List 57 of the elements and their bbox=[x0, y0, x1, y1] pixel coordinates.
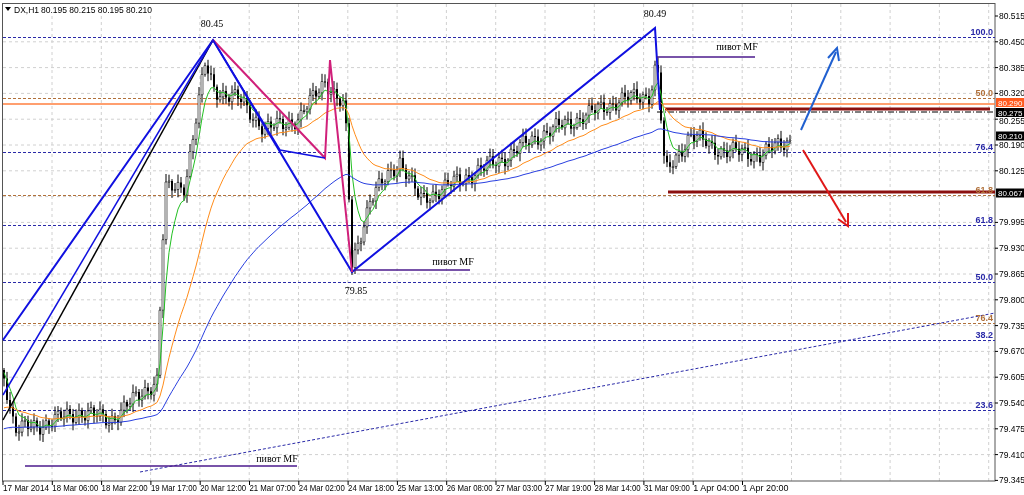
price-axis-label: 79.410 bbox=[999, 449, 1024, 460]
price-axis-label: 79.995 bbox=[999, 217, 1024, 228]
time-axis-label: 24 Mar 18:00 bbox=[348, 483, 399, 493]
price-axis-label: 80.125 bbox=[999, 165, 1024, 176]
fibonacci-level-label: 23.6 bbox=[975, 400, 993, 410]
price-axis-label: 80.320 bbox=[999, 88, 1024, 99]
time-axis-label: 18 Mar 22:00 bbox=[101, 483, 152, 493]
fibonacci-level-label: 38.2 bbox=[975, 330, 993, 340]
fibonacci-level-label: 76.4 bbox=[975, 142, 993, 152]
time-axis-label: 19 Mar 17:00 bbox=[150, 483, 201, 493]
price-label: 80.45 bbox=[200, 18, 224, 29]
price-axis-label: 79.605 bbox=[999, 372, 1024, 383]
time-axis-label: 31 Mar 09:00 bbox=[643, 483, 694, 493]
down-arrow-icon bbox=[802, 149, 849, 228]
price-axis-label: 79.475 bbox=[999, 423, 1024, 434]
price-label: 79.85 bbox=[344, 285, 368, 296]
price-tag: 80.275 bbox=[996, 108, 1024, 118]
time-axis-label: 27 Mar 19:00 bbox=[545, 483, 596, 493]
triangle-icon bbox=[5, 7, 11, 11]
pivot-label: пивот MF bbox=[716, 41, 758, 52]
time-axis-label: 24 Mar 02:00 bbox=[298, 483, 349, 493]
price-tag: 80.067 bbox=[996, 188, 1024, 198]
pivot-label: пивот MF bbox=[432, 256, 474, 267]
price-axis-label: 80.450 bbox=[999, 36, 1024, 47]
fibonacci-level-label: 100.0 bbox=[970, 27, 993, 37]
fibonacci-level-label: 50.0 bbox=[975, 272, 993, 282]
price-axis-label: 80.255 bbox=[999, 116, 1024, 127]
up-arrow-icon bbox=[800, 45, 840, 131]
price-axis-label: 80.515 bbox=[999, 11, 1024, 21]
time-axis-label: 17 Mar 2014 bbox=[3, 483, 51, 493]
price-label: 80.49 bbox=[643, 8, 667, 19]
quote-values: 80.195 80.215 80.195 80.210 bbox=[41, 5, 153, 15]
fibonacci-level-label: 61.8 bbox=[975, 185, 993, 195]
price-axis-label: 80.190 bbox=[999, 140, 1024, 150]
time-axis-label: 26 Mar 08:00 bbox=[446, 483, 497, 493]
fibonacci-level-label: 61.8 bbox=[975, 215, 993, 225]
price-axis-label: 79.670 bbox=[999, 346, 1024, 357]
price-axis-label: 80.385 bbox=[999, 62, 1024, 73]
time-axis-label: 21 Mar 07:00 bbox=[249, 483, 300, 493]
price-axis-label: 79.865 bbox=[999, 269, 1024, 279]
price-tag: 80.210 bbox=[996, 131, 1024, 141]
time-axis-label: 1 Apr 04:00 bbox=[693, 483, 737, 493]
time-axis-label: 20 Mar 12:00 bbox=[200, 483, 251, 493]
price-axis-label: 79.930 bbox=[999, 243, 1024, 254]
price-tag: 80.290 bbox=[996, 98, 1024, 108]
fibonacci-level-label: 50.0 bbox=[975, 88, 993, 98]
price-axis-label: 79.345 bbox=[999, 475, 1024, 486]
price-axis-label: 79.540 bbox=[999, 398, 1024, 408]
time-axis-label: 28 Mar 14:00 bbox=[594, 483, 645, 493]
price-axis-label: 79.735 bbox=[999, 320, 1024, 331]
symbol-label: DX,H1 bbox=[14, 5, 40, 15]
time-axis-label: 25 Mar 13:00 bbox=[397, 483, 448, 493]
time-axis-label: 1 Apr 20:00 bbox=[742, 483, 786, 493]
time-axis-label: 18 Mar 06:00 bbox=[52, 483, 103, 493]
pivot-label: пивот MF bbox=[256, 453, 298, 464]
fibonacci-level-label: 76.4 bbox=[975, 313, 993, 323]
price-axis-label: 79.800 bbox=[999, 294, 1024, 305]
